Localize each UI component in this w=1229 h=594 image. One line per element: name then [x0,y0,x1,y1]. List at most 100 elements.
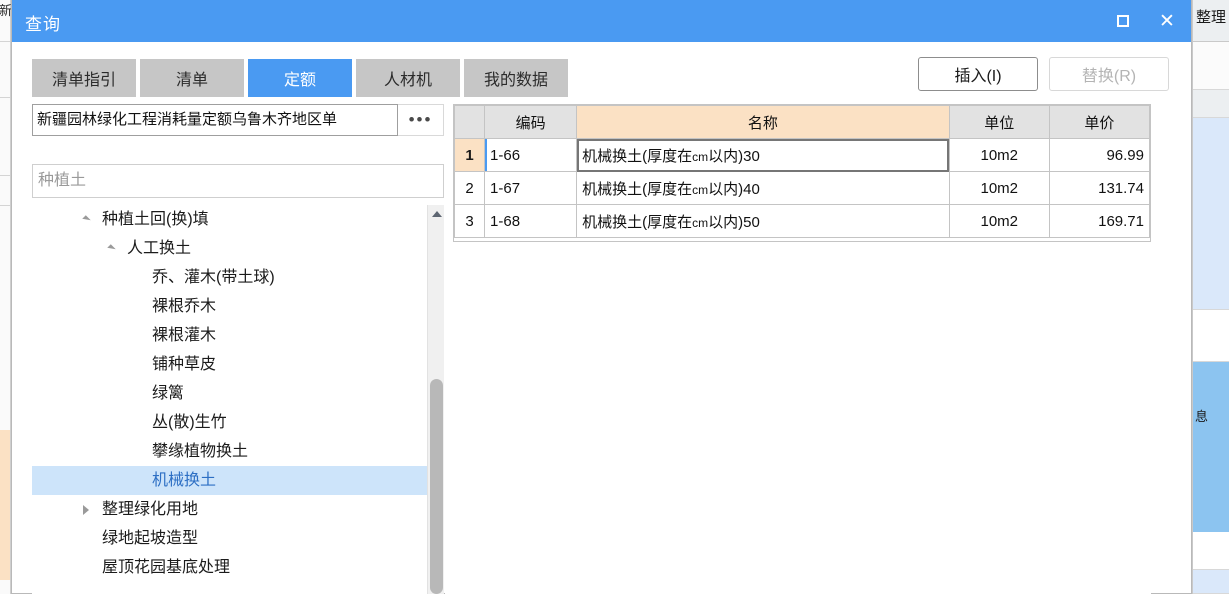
catalog-select[interactable]: 新疆园林绿化工程消耗量定额乌鲁木齐地区单 [32,104,398,136]
screen: 新 整理 息 查询 ✕ 清单指引 清单 定额 人材机 我的数据 插入(I) 替换… [0,0,1229,594]
tab-wodeshuju[interactable]: 我的数据 [464,59,568,97]
tab-qingdan-zhiyin[interactable]: 清单指引 [32,59,136,97]
tab-rencaiji[interactable]: 人材机 [356,59,460,97]
background-left-divider [0,175,10,176]
tree-node-label: 屋顶花园基底处理 [102,559,231,576]
cell-name-suffix: 以内)30 [708,147,760,165]
search-input[interactable]: 种植土 [32,164,444,198]
cell-name[interactable]: 机械换土(厚度在cm以内)30 [576,138,950,172]
tree-node-label: 种植土回(换)填 [102,211,209,228]
cell-price[interactable]: 131.74 [1048,171,1151,205]
tree-node[interactable]: 绿篱 [32,379,427,408]
tree-node-label: 裸根乔木 [152,298,217,315]
tab-qingdan[interactable]: 清单 [140,59,244,97]
cell-unit[interactable]: 10m2 [948,138,1050,172]
maximize-icon [1117,15,1129,27]
cell-name-unit: cm [692,149,709,164]
tree-nodes: 种植土回(换)填人工换土乔、灌木(带土球) 裸根乔木裸根灌木铺种草皮绿篱丛(散)生… [32,205,427,582]
collapsed-arrow-icon[interactable] [80,495,92,524]
cell-name[interactable]: 机械换土(厚度在cm以内)40 [576,171,950,205]
cell-unit[interactable]: 10m2 [948,204,1050,238]
cell-name-prefix: 机械换土(厚度在 [582,180,693,198]
catalog-combo-row: 新疆园林绿化工程消耗量定额乌鲁木齐地区单 ••• [32,104,444,136]
tree-node-label: 裸根灌木 [152,327,217,344]
tree-node-label: 铺种草皮 [152,356,217,373]
cell-unit[interactable]: 10m2 [948,171,1050,205]
background-right-row [1193,570,1229,594]
cell-code[interactable]: 1-66 [484,138,578,172]
background-right-row [1193,42,1229,90]
catalog-panel: 新疆园林绿化工程消耗量定额乌鲁木齐地区单 ••• 种植土 种植土回(换)填人工换… [32,104,444,594]
tree-node-label: 攀缘植物换土 [152,443,249,460]
table-row[interactable]: 1 1-66 机械换土(厚度在cm以内)30 10m2 96.99 [453,138,1151,172]
cell-name-suffix: 以内)50 [708,213,760,231]
table-header-row: 编码 名称 单位 单价 [453,105,1151,139]
row-index: 2 [453,171,486,205]
cell-code[interactable]: 1-68 [484,204,578,238]
row-index: 1 [453,138,486,172]
expanded-arrow-icon[interactable] [80,205,92,234]
tree-scrollbar[interactable] [427,205,444,594]
background-left-highlight [0,430,10,580]
tree-node[interactable]: 乔、灌木(带土球) [32,263,427,292]
dialog-titlebar: 查询 ✕ [12,0,1191,42]
cell-name-unit: cm [692,182,709,197]
query-dialog: 查询 ✕ 清单指引 清单 定额 人材机 我的数据 插入(I) 替换(R) 新疆园… [11,0,1192,594]
results-grid: 编码 名称 单位 单价 1 1-66 机械换土(厚度在cm以内)30 10m2 96.9… [453,105,1151,238]
tree-node-label: 丛(散)生竹 [152,414,227,431]
replace-button: 替换(R) [1049,57,1169,91]
tree-node-label: 乔、灌木(带土球) [152,269,275,286]
background-left-divider [0,41,10,42]
header-price[interactable]: 单价 [1048,105,1151,139]
maximize-button[interactable] [1103,0,1143,42]
expanded-arrow-icon[interactable] [105,234,117,263]
tree-node[interactable]: 屋顶花园基底处理 [32,553,427,582]
table-row[interactable]: 3 1-68 机械换土(厚度在cm以内)50 10m2 169.71 [453,204,1151,238]
close-button[interactable]: ✕ [1147,0,1187,42]
tree-node[interactable]: 裸根灌木 [32,321,427,350]
background-right-selected-row: 息 [1193,362,1229,532]
background-left-text: 新 [0,4,11,18]
table-row[interactable]: 2 1-67 机械换土(厚度在cm以内)40 10m2 131.74 [453,171,1151,205]
row-index: 3 [453,204,486,238]
tree-node[interactable]: 丛(散)生竹 [32,408,427,437]
background-right-header-text: 整理 [1196,9,1227,26]
tree-node[interactable]: 裸根乔木 [32,292,427,321]
background-app-right: 整理 息 [1192,0,1229,594]
insert-button[interactable]: 插入(I) [918,57,1038,91]
results-empty-area [453,242,1151,594]
cell-name-prefix: 机械换土(厚度在 [582,213,693,231]
tree-node[interactable]: 铺种草皮 [32,350,427,379]
table-body: 1 1-66 机械换土(厚度在cm以内)30 10m2 96.99 2 1-67 机械换土(厚… [453,138,1151,238]
tree-node[interactable]: 攀缘植物换土 [32,437,427,466]
tree-node[interactable]: 整理绿化用地 [32,495,427,524]
cell-price[interactable]: 96.99 [1048,138,1151,172]
tab-dinge[interactable]: 定额 [248,59,352,97]
tree-node[interactable]: 机械换土 [32,466,427,495]
background-left-divider [0,205,10,206]
background-right-row [1193,310,1229,362]
cell-price[interactable]: 169.71 [1048,204,1151,238]
header-code[interactable]: 编码 [484,105,578,139]
tree-node-label: 绿篱 [152,385,185,402]
cell-code[interactable]: 1-67 [484,171,578,205]
tree-node[interactable]: 种植土回(换)填 [32,205,427,234]
tree-node-label: 机械换土 [152,472,217,489]
header-unit[interactable]: 单位 [948,105,1050,139]
tree-node[interactable]: 绿地起坡造型 [32,524,427,553]
header-index [453,105,486,139]
scrollbar-thumb[interactable] [430,379,443,594]
background-right-row [1193,118,1229,310]
cell-name-suffix: 以内)40 [708,180,760,198]
cell-name[interactable]: 机械换土(厚度在cm以内)50 [576,204,950,238]
scroll-up-arrow-icon[interactable] [428,205,444,222]
panel-gap [445,104,453,594]
dialog-title: 查询 [25,15,61,34]
results-table: 编码 名称 单位 单价 1 1-66 机械换土(厚度在cm以内)30 10m2 96.9… [453,104,1151,242]
tree-node-label: 人工换土 [127,240,192,257]
header-name[interactable]: 名称 [576,105,950,139]
tree-node[interactable]: 人工换土 [32,234,427,263]
catalog-more-button[interactable]: ••• [398,104,444,136]
background-right-selected-text: 息 [1195,409,1209,424]
close-icon: ✕ [1159,10,1175,32]
